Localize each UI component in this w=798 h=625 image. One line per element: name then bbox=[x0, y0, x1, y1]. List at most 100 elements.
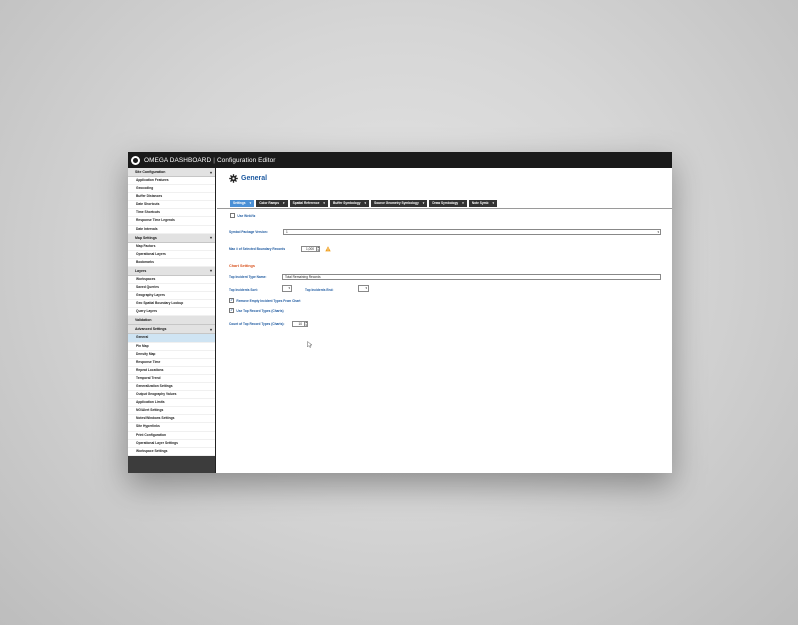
sidebar-item-saved-queries[interactable]: Saved Queries bbox=[128, 284, 215, 293]
sidebar-group-label: Advanced Settings bbox=[135, 327, 167, 332]
tab-source-geometry-symbology[interactable]: Source Geometry Symbology ▾ bbox=[371, 200, 428, 207]
sidebar-item-notes-windows-settings[interactable]: Notes/Windows Settings bbox=[128, 415, 215, 424]
use-webviz-label: Use WebViz bbox=[237, 213, 256, 218]
sidebar-item-query-layers[interactable]: Query Layers bbox=[128, 308, 215, 317]
sidebar-group-validation[interactable]: Validation bbox=[128, 316, 215, 326]
sidebar: Site Configuration ▾ Application Features G… bbox=[128, 168, 216, 473]
app-name: OMEGA DASHBOARD bbox=[144, 156, 212, 164]
use-top-record-types-checkbox[interactable]: ✓ Use Top Record Types (Charts) bbox=[229, 308, 284, 314]
gear-icon bbox=[229, 174, 238, 183]
sidebar-menu: Site Configuration ▾ Application Features G… bbox=[128, 168, 215, 456]
sidebar-item-workspace-settings[interactable]: Workspace Settings bbox=[128, 448, 215, 456]
tab-spatial-reference[interactable]: Spatial Reference ▾ bbox=[289, 200, 329, 207]
max-boundary-records-stepper[interactable]: 1,000 ▲ ▼ bbox=[301, 246, 320, 252]
sidebar-item-site-hyperlinks[interactable]: Site Hyperlinks bbox=[128, 423, 215, 432]
sidebar-item-generalization-settings[interactable]: Generalization Settings bbox=[128, 383, 215, 392]
tab-settings[interactable]: Settings ▾ bbox=[230, 200, 255, 207]
chevron-down-icon[interactable]: ▾ bbox=[210, 235, 212, 240]
count-top-record-types-stepper[interactable]: 10 ▲ ▼ bbox=[292, 321, 308, 327]
sidebar-group-label: Map Settings bbox=[135, 235, 157, 240]
chevron-down-icon: ▾ bbox=[288, 286, 290, 290]
remove-empty-label: Remove Empty Incident Types From Chart bbox=[236, 298, 301, 303]
chevron-down-icon[interactable]: ▾ bbox=[323, 200, 325, 207]
sidebar-item-date-shortcuts[interactable]: Date Shortcuts bbox=[128, 201, 215, 210]
use-webviz-checkbox[interactable]: Use WebViz bbox=[230, 213, 256, 219]
use-webviz-box[interactable] bbox=[230, 213, 236, 219]
stepper-arrows-icon[interactable]: ▲ ▼ bbox=[305, 321, 308, 327]
sidebar-item-general[interactable]: General bbox=[128, 334, 215, 343]
sidebar-item-geocoding[interactable]: Geocoding bbox=[128, 185, 215, 194]
count-top-record-types-value[interactable]: 10 bbox=[292, 321, 305, 327]
sidebar-item-time-shortcuts[interactable]: Time Shortcuts bbox=[128, 209, 215, 218]
top-incidents-sort-select[interactable]: ▾ bbox=[282, 285, 292, 292]
chevron-down-icon[interactable]: ▾ bbox=[423, 200, 425, 207]
tab-color-ramps[interactable]: Color Ramps ▾ bbox=[256, 200, 288, 207]
sidebar-item-operational-layers[interactable]: Operational Layers bbox=[128, 251, 215, 259]
tab-draw-symbology[interactable]: Draw Symbology ▾ bbox=[429, 200, 467, 207]
remove-empty-checkbox[interactable]: ✓ Remove Empty Incident Types From Chart bbox=[229, 298, 301, 304]
chevron-down-icon[interactable]: ▾ bbox=[250, 200, 252, 207]
remove-empty-box[interactable]: ✓ bbox=[229, 298, 235, 304]
max-boundary-records-label: Max # of Selected Boundary Records bbox=[229, 247, 286, 251]
sidebar-group-map-settings[interactable]: Map Settings ▾ bbox=[128, 233, 215, 243]
sidebar-item-repeat-locations[interactable]: Repeat Locations bbox=[128, 367, 215, 375]
sidebar-item-operational-layer-settings[interactable]: Operational Layer Settings bbox=[128, 440, 215, 448]
sidebar-item-workspaces[interactable]: Workspaces bbox=[128, 276, 215, 285]
use-top-record-types-box[interactable]: ✓ bbox=[229, 308, 235, 314]
chevron-down-icon: ▾ bbox=[365, 286, 367, 290]
stepper-arrows-icon[interactable]: ▲ ▼ bbox=[317, 246, 320, 252]
max-boundary-records-value[interactable]: 1,000 bbox=[301, 246, 317, 252]
sidebar-item-geography-layers[interactable]: Geography Layers bbox=[128, 292, 215, 301]
chevron-down-icon: ▾ bbox=[657, 230, 659, 234]
sidebar-item-date-intervals[interactable]: Date Intervals bbox=[128, 226, 215, 234]
chevron-down-icon[interactable]: ▾ bbox=[492, 200, 494, 207]
count-top-record-types-label: Count of Top Record Types (Charts): bbox=[229, 322, 285, 326]
tab-label: Draw Symbology bbox=[432, 201, 459, 205]
chevron-down-icon[interactable]: ▾ bbox=[283, 200, 285, 207]
sidebar-item-buffer-distances[interactable]: Buffer Distances bbox=[128, 193, 215, 202]
sidebar-group-label: Site Configuration bbox=[135, 170, 166, 174]
sidebar-group-site-configuration[interactable]: Site Configuration ▾ bbox=[128, 168, 215, 177]
tab-label: Source Geometry Symbology bbox=[374, 201, 419, 205]
sidebar-item-pin-map[interactable]: Pin Map bbox=[128, 343, 215, 351]
omega-logo-icon bbox=[131, 155, 140, 165]
top-incident-type-name-label: Top Incident Type Name: bbox=[229, 275, 267, 279]
use-top-record-types-label: Use Top Record Types (Charts) bbox=[236, 308, 284, 313]
sidebar-item-print-configuration[interactable]: Print Configuration bbox=[128, 432, 215, 440]
chevron-down-icon[interactable]: ▾ bbox=[210, 327, 212, 332]
sidebar-group-label: Validation bbox=[135, 318, 152, 323]
tab-note-symb[interactable]: Note Symb ▾ bbox=[468, 200, 498, 207]
tab-divider bbox=[217, 208, 672, 209]
tab-label: Spatial Reference bbox=[292, 201, 320, 205]
sidebar-item-application-limits[interactable]: Application Limits bbox=[128, 399, 215, 408]
tab-label: Buffer Symbology bbox=[333, 201, 361, 205]
page-header: General bbox=[229, 174, 267, 183]
sidebar-item-geo-spatial-boundary-lookup[interactable]: Geo Spatial Boundary Lookup bbox=[128, 300, 215, 309]
sidebar-item-bookmarks[interactable]: Bookmarks bbox=[128, 259, 215, 267]
title-separator: | bbox=[213, 156, 215, 164]
sidebar-item-output-geography-values[interactable]: Output Geography Values bbox=[128, 391, 215, 400]
chevron-down-icon[interactable]: ▾ bbox=[364, 200, 366, 207]
sidebar-group-advanced-settings[interactable]: Advanced Settings ▾ bbox=[128, 325, 215, 335]
chevron-down-icon[interactable]: ▾ bbox=[210, 170, 212, 175]
sidebar-item-temporal-trend[interactable]: Temporal Trend bbox=[128, 375, 215, 383]
chevron-down-icon[interactable]: ▾ bbox=[210, 268, 212, 273]
top-incidents-end-select[interactable]: ▾ bbox=[358, 285, 369, 292]
chevron-down-icon[interactable]: ▾ bbox=[462, 200, 464, 207]
sidebar-item-density-map[interactable]: Density Map bbox=[128, 351, 215, 359]
top-incident-type-name-value: Total Remaining Records bbox=[285, 275, 321, 279]
symbol-package-version-label: Symbol Package Version: bbox=[229, 230, 268, 234]
sidebar-item-application-features[interactable]: Application Features bbox=[128, 177, 215, 186]
app-window: OMEGA DASHBOARD | Configuration Editor S… bbox=[128, 152, 672, 473]
sidebar-item-response-time-legends[interactable]: Response Time Legends bbox=[128, 217, 215, 226]
tab-label: Note Symb bbox=[471, 201, 489, 205]
chart-settings-heading: Chart Settings bbox=[229, 264, 255, 268]
sidebar-item-response-time[interactable]: Response Time bbox=[128, 359, 215, 367]
sidebar-item-ng-alert-settings[interactable]: NG/Alert Settings bbox=[128, 407, 215, 416]
tab-buffer-symbology[interactable]: Buffer Symbology ▾ bbox=[330, 200, 370, 207]
sidebar-group-layers[interactable]: Layers ▾ bbox=[128, 266, 215, 276]
sidebar-item-map-factors[interactable]: Map Factors bbox=[128, 243, 215, 251]
sidebar-group-label: Layers bbox=[135, 268, 147, 273]
symbol-package-version-select[interactable]: 1 ▾ bbox=[283, 229, 661, 235]
top-incident-type-name-input[interactable]: Total Remaining Records bbox=[282, 274, 661, 280]
